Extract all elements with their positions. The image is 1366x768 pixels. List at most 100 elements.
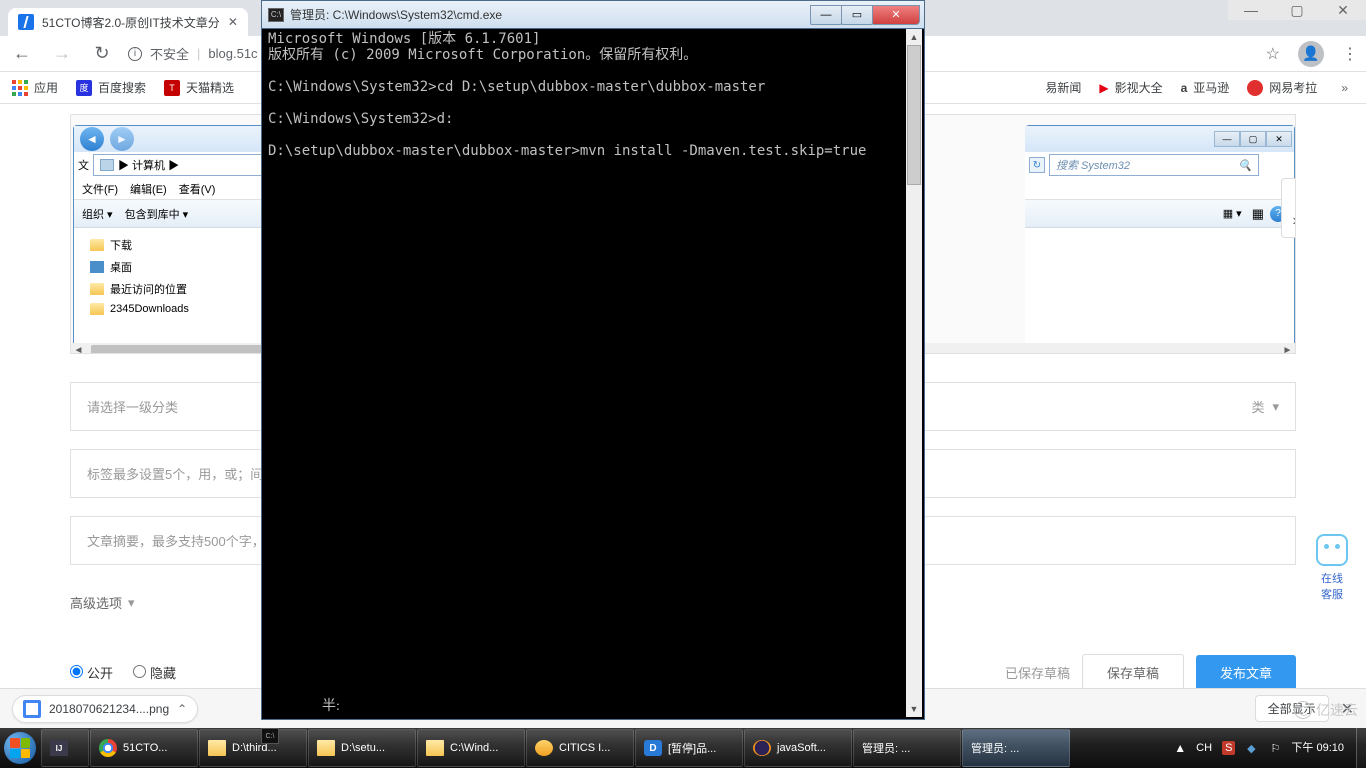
tmall-icon: T: [164, 80, 180, 96]
visibility-public[interactable]: 公开: [70, 663, 113, 682]
explorer-breadcrumb[interactable]: ▶ 计算机 ▶: [93, 154, 268, 176]
scroll-left-icon[interactable]: ◄: [71, 343, 86, 354]
tray-overflow-icon[interactable]: ▲: [1174, 741, 1186, 755]
reload-button[interactable]: ↻: [88, 43, 116, 64]
browser-window-controls: — ▢ ✕: [1228, 0, 1366, 20]
generic-icon: [535, 740, 553, 756]
explorer-minimize[interactable]: —: [1214, 131, 1240, 147]
address-field[interactable]: i 不安全 | blog.51c: [128, 44, 258, 63]
taskbar-item[interactable]: IJ: [41, 729, 89, 767]
cmd-titlebar[interactable]: C:\ 管理员: C:\Windows\System32\cmd.exe — ▭…: [262, 1, 924, 29]
tab-title: 51CTO博客2.0-原创IT技术文章分: [42, 14, 220, 31]
browser-close[interactable]: ✕: [1320, 0, 1366, 20]
profile-avatar[interactable]: 👤: [1298, 41, 1324, 67]
scrollbar-thumb[interactable]: [907, 45, 921, 185]
explorer-menu: 文件(F) 编辑(E) 查看(V): [74, 178, 272, 200]
support-label: 在线 客服: [1314, 570, 1350, 602]
tab-close-icon[interactable]: ✕: [228, 15, 238, 29]
chevron-down-icon: ▾: [128, 595, 135, 611]
extension-overflow-icon[interactable]: »: [1293, 212, 1296, 230]
browser-tab[interactable]: 51CTO博客2.0-原创IT技术文章分 ✕: [8, 8, 248, 36]
apps-shortcut[interactable]: 应用: [12, 79, 58, 96]
browser-maximize[interactable]: ▢: [1274, 0, 1320, 20]
address-bar-right: ☆ 👤 ⋮: [1266, 41, 1358, 67]
taskbar-item[interactable]: CITICS I...: [526, 729, 634, 767]
bookmark-video[interactable]: ▶影视大全: [1099, 79, 1162, 96]
menu-file[interactable]: 文件(F): [82, 181, 118, 197]
taskbar-item[interactable]: D:\setu...: [308, 729, 416, 767]
cmd-output[interactable]: Microsoft Windows [版本 6.1.7601] 版权所有 (c)…: [264, 29, 922, 717]
explorer-forward-button[interactable]: ►: [110, 127, 134, 151]
publish-button[interactable]: 发布文章: [1196, 655, 1296, 690]
taskbar-item[interactable]: C:\管理员: ...: [962, 729, 1070, 767]
taskbar-item[interactable]: C:\Wind...: [417, 729, 525, 767]
url-text: blog.51c: [208, 46, 257, 61]
tree-downloads[interactable]: 下载: [82, 234, 264, 256]
ime-mode[interactable]: S: [1222, 741, 1235, 755]
bookmark-news[interactable]: 易新闻: [1045, 79, 1081, 96]
back-button[interactable]: ←: [8, 43, 36, 64]
download-item[interactable]: 2018070621234....png ⌃: [12, 695, 198, 723]
menu-edit[interactable]: 编辑(E): [130, 181, 167, 197]
explorer-menu-right: [1025, 178, 1294, 200]
view-list-icon[interactable]: ▦: [1252, 206, 1264, 222]
advanced-label: 高级选项: [70, 593, 122, 612]
cmd-scrollbar[interactable]: ▲ ▼: [906, 29, 922, 717]
taskbar-item[interactable]: C:\管理员: ...: [853, 729, 961, 767]
tree-2345[interactable]: 2345Downloads: [82, 300, 264, 318]
taskbar-items: IJ51CTO...D:\third...D:\setu...C:\Wind..…: [40, 728, 1070, 768]
action-center-icon[interactable]: ⚐: [1267, 740, 1283, 756]
tree-desktop[interactable]: 桌面: [82, 256, 264, 278]
view-mode-button[interactable]: ▦ ▾: [1219, 205, 1246, 222]
watermark: 亿速云: [1294, 700, 1358, 720]
breadcrumb-prefix: 文: [78, 157, 89, 173]
taskbar-item[interactable]: 51CTO...: [90, 729, 198, 767]
bookmark-baidu[interactable]: 度 百度搜索: [76, 79, 146, 96]
browser-menu-icon[interactable]: ⋮: [1342, 44, 1358, 64]
taskbar-item[interactable]: D[暂停]品...: [635, 729, 743, 767]
show-desktop-button[interactable]: [1356, 728, 1366, 768]
radio-private[interactable]: [133, 665, 146, 678]
bookmark-overflow-icon[interactable]: »: [1335, 81, 1354, 95]
forward-button[interactable]: →: [48, 43, 76, 64]
scroll-right-icon[interactable]: ►: [1280, 343, 1295, 354]
explorer-back-button[interactable]: ◄: [80, 127, 104, 151]
start-button[interactable]: [0, 728, 40, 768]
radio-public[interactable]: [70, 665, 83, 678]
folder-icon: [426, 740, 444, 756]
menu-view[interactable]: 查看(V): [179, 181, 216, 197]
refresh-icon[interactable]: ↻: [1029, 157, 1045, 173]
visibility-private[interactable]: 隐藏: [133, 663, 176, 682]
cmd-minimize[interactable]: —: [810, 5, 842, 25]
include-button[interactable]: 包含到库中 ▾: [125, 206, 189, 222]
explorer-search[interactable]: 搜索 System32 🔍: [1049, 154, 1259, 176]
browser-minimize[interactable]: —: [1228, 0, 1274, 20]
search-icon[interactable]: 🔍: [1238, 159, 1252, 172]
extension-menu-icon[interactable]: ⋮: [1289, 186, 1296, 206]
taskbar-clock[interactable]: 下午 09:10: [1291, 742, 1348, 755]
ime-language[interactable]: CH: [1194, 742, 1214, 754]
image-file-icon: [23, 700, 41, 718]
ecl-icon: [753, 740, 771, 756]
explorer-close[interactable]: ✕: [1266, 131, 1292, 147]
bookmark-kaola[interactable]: 网易考拉: [1247, 79, 1317, 96]
scroll-down-icon[interactable]: ▼: [906, 701, 922, 717]
save-draft-button[interactable]: 保存草稿: [1082, 654, 1184, 691]
cmd-maximize[interactable]: ▭: [841, 5, 873, 25]
scroll-up-icon[interactable]: ▲: [906, 29, 922, 45]
taskbar-item[interactable]: D:\third...: [199, 729, 307, 767]
organize-button[interactable]: 组织 ▾: [82, 206, 113, 222]
bookmark-amazon[interactable]: a亚马逊: [1181, 79, 1230, 96]
taskbar-item[interactable]: javaSoft...: [744, 729, 852, 767]
tree-recent[interactable]: 最近访问的位置: [82, 278, 264, 300]
explorer-maximize[interactable]: ▢: [1240, 131, 1266, 147]
chevron-up-icon[interactable]: ⌃: [177, 702, 187, 716]
amazon-icon: a: [1181, 81, 1188, 95]
cmd-close[interactable]: ✕: [872, 5, 920, 25]
tray-app-icon[interactable]: ◆: [1243, 740, 1259, 756]
insecure-label: 不安全: [150, 44, 189, 63]
online-support[interactable]: 在线 客服: [1314, 534, 1350, 602]
bookmark-star-icon[interactable]: ☆: [1266, 44, 1280, 64]
bookmark-tmall[interactable]: T 天猫精选: [164, 79, 234, 96]
site-info-icon[interactable]: i: [128, 47, 142, 61]
